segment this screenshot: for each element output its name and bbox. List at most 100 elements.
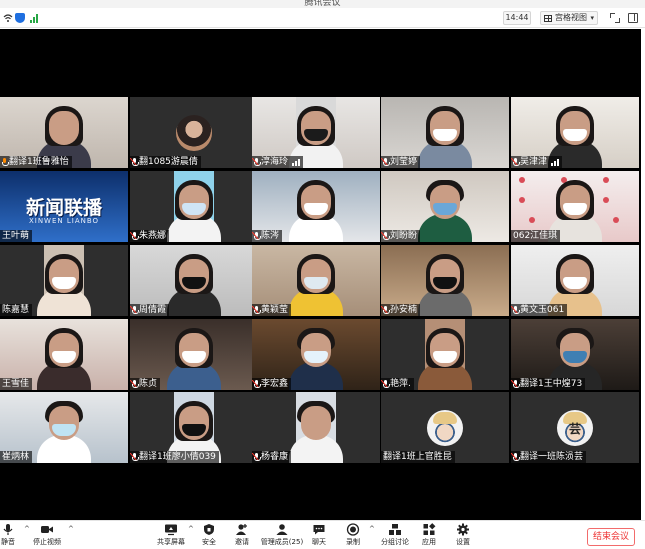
- participant-name: 翻译1王中煌73: [520, 379, 583, 389]
- chat-button[interactable]: 聊天: [310, 523, 328, 549]
- participant-name: 黄颖莹: [261, 305, 289, 315]
- signal-icon[interactable]: [30, 13, 40, 23]
- participant-name-tag: 刘莹婷: [381, 156, 421, 168]
- participant-name-tag: 陈嘉慧: [0, 304, 33, 316]
- participant-tile[interactable]: 翻1085游晨倩: [130, 97, 258, 168]
- participant-tile[interactable]: 王雪佳: [0, 319, 128, 390]
- end-meeting-button[interactable]: 结束会议: [587, 528, 635, 546]
- participant-name: 翻译一班陈涢芸: [520, 452, 584, 462]
- settings-button[interactable]: 设置: [454, 523, 472, 549]
- mute-options-caret[interactable]: ^: [24, 525, 30, 533]
- participant-tile[interactable]: 翻译1王中煌73: [511, 319, 639, 390]
- participant-name: 艳萍.: [390, 379, 411, 389]
- apps-icon: [422, 523, 436, 536]
- participant-tile[interactable]: 新闻联播 XINWEN LIANBO 王叶萌: [0, 171, 128, 242]
- news-banner: 新闻联播: [25, 197, 102, 219]
- news-banner-subtitle: XINWEN LIANBO: [28, 217, 100, 225]
- participant-tile[interactable]: 芸翻译一班陈涢芸: [511, 392, 639, 463]
- participant-name: 陈涔: [261, 231, 280, 241]
- gear-icon: [456, 523, 470, 536]
- face-mask: [304, 277, 328, 289]
- microphone-icon: [511, 305, 520, 315]
- participant-tile[interactable]: 刘莹婷: [381, 97, 509, 168]
- breakout-rooms-icon: [388, 523, 402, 536]
- participant-avatar: [427, 409, 463, 446]
- side-panel-icon[interactable]: [628, 13, 638, 23]
- record-options-caret[interactable]: ^: [369, 525, 375, 533]
- participant-name: 王雪佳: [2, 379, 30, 389]
- participant-name: 王叶萌: [2, 231, 30, 241]
- participant-name-tag: 翻译一班陈涢芸: [511, 451, 587, 463]
- participant-name-tag: 周倩霞: [130, 304, 170, 316]
- participant-tile[interactable]: 陈贞: [130, 319, 258, 390]
- share-screen-button[interactable]: 共享屏幕: [156, 523, 186, 549]
- microphone-icon: [511, 157, 520, 167]
- apps-button[interactable]: 应用: [420, 523, 438, 549]
- microphone-icon: [130, 452, 139, 462]
- record-button[interactable]: 录制: [344, 523, 362, 549]
- microphone-icon: [381, 305, 390, 315]
- participant-tile[interactable]: 062江佳琪: [511, 171, 639, 242]
- face-mask: [563, 277, 587, 289]
- participant-name-tag: 朱燕娜: [130, 230, 170, 242]
- participant-name: 李宏鑫: [261, 379, 289, 389]
- manage-members-button[interactable]: 管理成员(25): [260, 523, 304, 549]
- participant-tile[interactable]: 黄文玉061: [511, 245, 639, 316]
- participant-tile[interactable]: 崔炳林: [0, 392, 128, 463]
- invite-button[interactable]: 邀请: [232, 523, 252, 549]
- participant-face: [49, 111, 79, 145]
- microphone-icon: [252, 231, 261, 241]
- security-label: 安全: [202, 538, 216, 546]
- participant-tile[interactable]: 杨睿康: [252, 392, 380, 463]
- participant-tile[interactable]: 刘盼盼: [381, 171, 509, 242]
- share-options-caret[interactable]: ^: [188, 525, 194, 533]
- participant-name-tag: 王叶萌: [0, 230, 33, 242]
- participant-name: 陈贞: [139, 379, 158, 389]
- participant-name-tag: 翻译1班上官胜昆: [381, 451, 455, 463]
- face-mask: [52, 424, 76, 436]
- participant-tile[interactable]: 陈嘉慧: [0, 245, 128, 316]
- participant-tile[interactable]: 李宏鑫: [252, 319, 380, 390]
- participant-face: [301, 406, 331, 440]
- participant-name: 翻译1班廖小倩039: [139, 452, 216, 462]
- participant-tile[interactable]: 翻译1班上官胜昆: [381, 392, 509, 463]
- shield-icon[interactable]: [15, 13, 25, 23]
- microphone-icon: [130, 231, 139, 241]
- participant-tile[interactable]: 吴津津: [511, 97, 639, 168]
- participant-tile[interactable]: 淳海玲: [252, 97, 380, 168]
- participant-tile[interactable]: 艳萍.: [381, 319, 509, 390]
- face-mask: [182, 277, 206, 289]
- video-grid: 翻译1班鲁雅怡 翻1085游晨倩 淳海玲 刘莹婷 吴津津新闻联播 XINWEN LIANB…: [0, 29, 641, 520]
- view-mode-button[interactable]: 宫格视图 ▾: [540, 11, 598, 25]
- face-mask: [52, 351, 76, 363]
- participant-tile[interactable]: 翻译1班廖小倩039: [130, 392, 258, 463]
- face-mask: [433, 203, 457, 215]
- participant-name-tag: 艳萍.: [381, 378, 414, 390]
- security-button[interactable]: 安全: [200, 523, 218, 549]
- participant-name-tag: 崔炳林: [0, 451, 33, 463]
- settings-label: 设置: [456, 538, 470, 546]
- view-mode-label: 宫格视图: [555, 13, 587, 22]
- participant-tile[interactable]: 黄颖莹: [252, 245, 380, 316]
- participant-avatar: 芸: [557, 409, 593, 446]
- participant-name: 翻译1班上官胜昆: [383, 452, 452, 462]
- participant-name: 崔炳林: [2, 452, 30, 462]
- participant-tile[interactable]: 翻译1班鲁雅怡: [0, 97, 128, 168]
- participant-name-tag: 翻译1班廖小倩039: [130, 451, 219, 463]
- video-options-caret[interactable]: ^: [68, 525, 74, 533]
- microphone-icon: [252, 157, 261, 167]
- fullscreen-icon[interactable]: [610, 13, 620, 23]
- mute-button[interactable]: 静音: [0, 523, 16, 549]
- participant-name: 淳海玲: [261, 157, 289, 167]
- participant-tile[interactable]: 周倩霞: [130, 245, 258, 316]
- meeting-timer: 14:44: [503, 11, 531, 25]
- stop-video-button[interactable]: 停止视频: [32, 523, 62, 549]
- participant-name: 翻1085游晨倩: [139, 157, 198, 167]
- breakout-button[interactable]: 分组讨论: [380, 523, 410, 549]
- participant-tile[interactable]: 朱燕娜: [130, 171, 258, 242]
- participant-tile[interactable]: 孙安楠: [381, 245, 509, 316]
- participant-tile[interactable]: 陈涔: [252, 171, 380, 242]
- participant-name: 孙安楠: [390, 305, 418, 315]
- participant-name-tag: 翻译1王中煌73: [511, 378, 586, 390]
- record-icon: [346, 523, 360, 536]
